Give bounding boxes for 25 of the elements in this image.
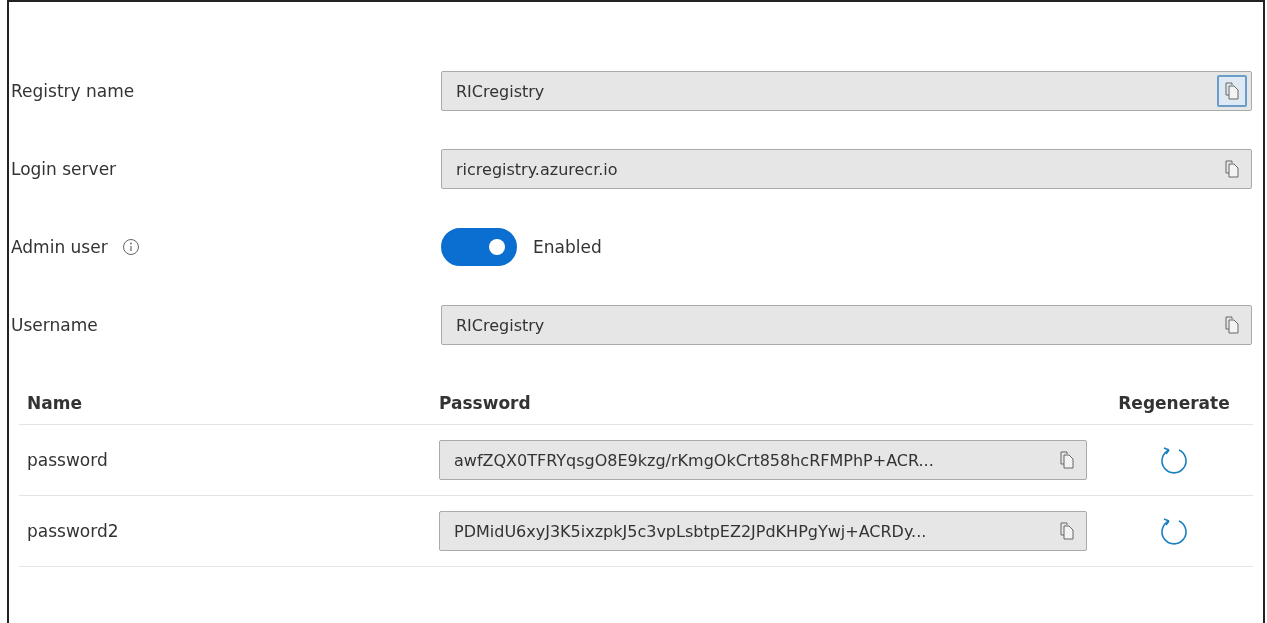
password-name: password2 <box>26 521 120 541</box>
password-field[interactable]: awfZQX0TFRYqsgO8E9kzg/rKmgOkCrt858hcRFMPhP+ACR... <box>439 440 1087 480</box>
toggle-state-text: Enabled <box>533 237 602 257</box>
read-only-field[interactable]: RICregistry <box>441 305 1252 345</box>
field-label: Login server <box>11 159 117 179</box>
copy-icon <box>1225 160 1239 178</box>
toggle-switch[interactable] <box>441 228 517 266</box>
column-header: Regenerate <box>1117 393 1231 413</box>
password-name: password <box>26 450 109 470</box>
copy-icon <box>1060 451 1074 469</box>
password-field[interactable]: PDMidU6xyJ3K5ixzpkJ5c3vpLsbtpEZ2JPdKHPgYwj+ACRDy... <box>439 511 1087 551</box>
copy-icon <box>1225 82 1239 100</box>
field-label: Registry name <box>11 81 135 101</box>
refresh-icon[interactable] <box>1159 515 1189 547</box>
read-only-field[interactable]: ricregistry.azurecr.io <box>441 149 1252 189</box>
copy-icon <box>1225 316 1239 334</box>
copy-button[interactable] <box>1217 75 1247 107</box>
field-label: Username <box>11 315 98 335</box>
column-header: Name <box>26 393 83 413</box>
read-only-field[interactable]: RICregistry <box>441 71 1252 111</box>
copy-icon <box>1060 522 1074 540</box>
column-header: Password <box>439 393 532 413</box>
field-label: Admin user <box>11 237 108 257</box>
refresh-icon[interactable] <box>1159 444 1189 476</box>
info-icon[interactable] <box>121 238 140 256</box>
